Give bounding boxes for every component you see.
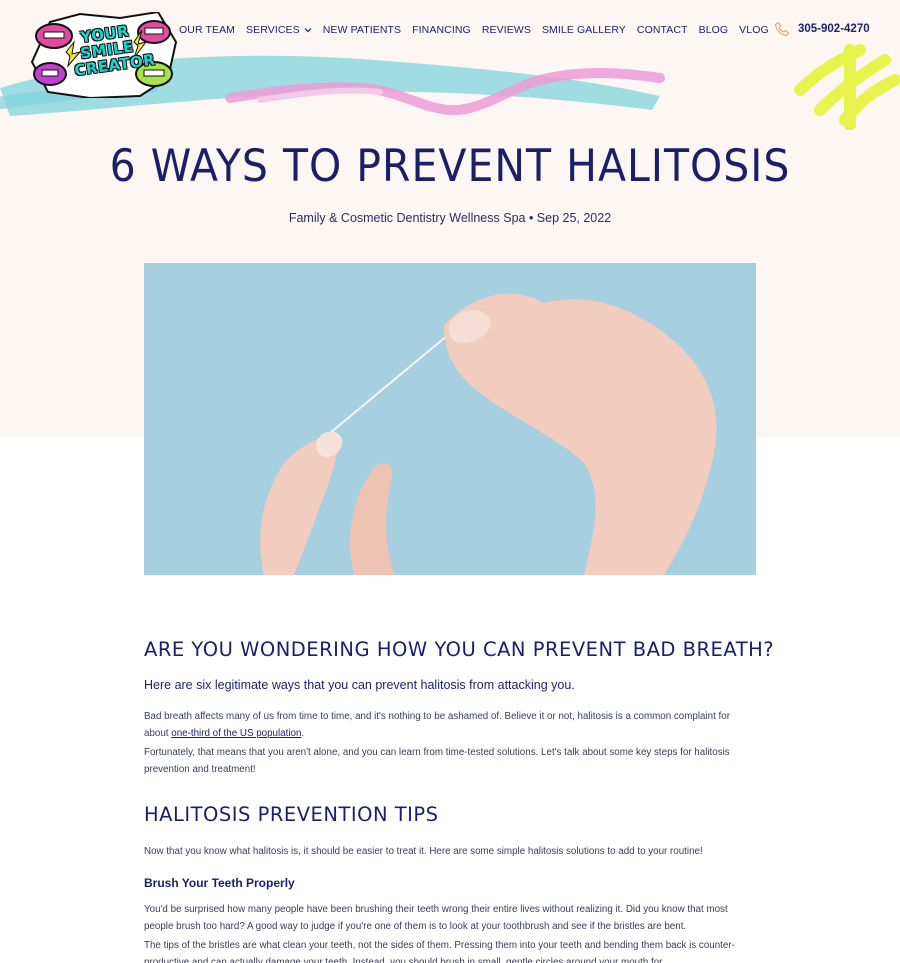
paint-stroke-pink <box>225 68 665 116</box>
paragraph-intro: Bad breath affects many of us from time … <box>144 708 756 742</box>
main-nav: OUR TEAM SERVICES NEW PATIENTS FINANCING… <box>179 22 769 38</box>
hero-image-floss <box>144 263 756 575</box>
paint-stroke-yellow <box>794 44 900 130</box>
nav-item-our-team[interactable]: OUR TEAM <box>179 24 235 36</box>
section-heading-bad-breath: ARE YOU WONDERING HOW YOU CAN PREVENT BA… <box>144 638 775 661</box>
post-meta: Family & Cosmetic Dentistry Wellness Spa… <box>288 211 612 225</box>
paragraph-brushing: You'd be surprised how many people have … <box>144 904 728 932</box>
phone-link[interactable]: 305-902-4270 <box>774 21 870 37</box>
logo-wordmark: YOUR SMILE CREATOR <box>73 21 157 80</box>
nav-item-label: SMILE GALLERY <box>541 24 626 36</box>
section-heading-prevention-tips: HALITOSIS PREVENTION TIPS <box>144 803 439 826</box>
lead-text: Here are six legitimate ways that you ca… <box>144 678 575 692</box>
nav-item-blog[interactable]: BLOG <box>699 24 729 36</box>
phone-number: 305-902-4270 <box>798 23 870 35</box>
paragraph-fortunately: Fortunately, that means that you aren't … <box>144 747 730 775</box>
nav-item-new-patients[interactable]: NEW PATIENTS <box>323 24 401 36</box>
nav-item-contact[interactable]: CONTACT <box>637 24 688 36</box>
sub-heading-brush-teeth: Brush Your Teeth Properly <box>144 876 295 890</box>
paragraph-tips-intro: Now that you know what halitosis is, it … <box>144 846 703 857</box>
chevron-down-icon <box>304 28 312 33</box>
nav-item-services[interactable]: SERVICES <box>246 24 312 36</box>
nav-item-label: BLOG <box>698 24 729 36</box>
nav-item-label: NEW PATIENTS <box>322 24 402 36</box>
nav-item-financing[interactable]: FINANCING <box>412 24 471 36</box>
nav-item-reviews[interactable]: REVIEWS <box>482 24 531 36</box>
us-population-link[interactable]: one-third of the US population <box>171 728 301 739</box>
nav-item-label: OUR TEAM <box>179 24 236 36</box>
phone-icon <box>774 21 790 37</box>
nav-item-label: REVIEWS <box>481 24 531 36</box>
nav-item-label: CONTACT <box>636 24 688 36</box>
paragraph-bristles: The tips of the bristles are what clean … <box>144 940 735 963</box>
nav-item-label: VLOG <box>739 24 769 36</box>
nav-item-label: FINANCING <box>412 24 471 36</box>
nav-item-smile-gallery[interactable]: SMILE GALLERY <box>542 24 626 36</box>
nav-item-label: SERVICES <box>246 24 300 36</box>
paragraph-text: . <box>301 728 305 739</box>
page-title: 6 WAYS TO PREVENT HALITOSIS <box>109 140 791 192</box>
nav-item-vlog[interactable]: VLOG <box>739 24 769 36</box>
site-logo[interactable]: YOUR SMILE CREATOR <box>30 10 178 100</box>
